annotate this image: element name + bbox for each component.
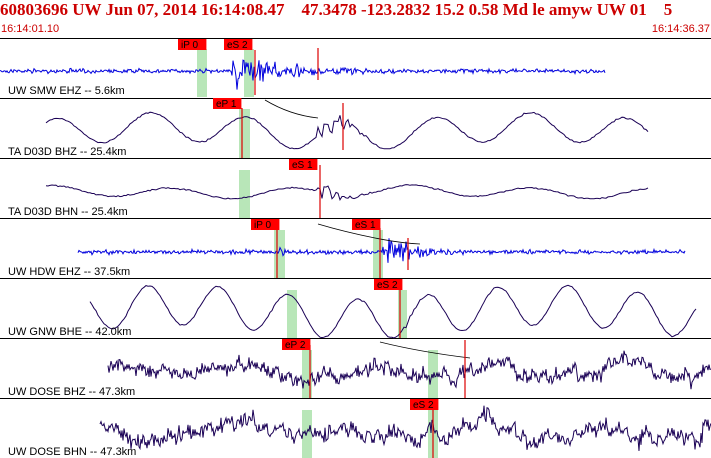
travel-time-curve [264,99,319,119]
pick-window [373,230,383,278]
trace-label: UW HDW EHZ -- 37.5km [8,266,130,278]
waveform-trace [45,184,649,202]
pick-label[interactable]: iP 0 [251,219,280,231]
pick-window [302,410,312,458]
pick-label[interactable]: eS 2 [224,39,253,51]
pick-label[interactable]: eS 2 [374,279,403,291]
pick-window [239,170,250,218]
pick-window [287,290,297,338]
seismogram-panel[interactable]: UW SMW EHZ -- 5.6km TA D03D BHZ -- 25.4km… [0,0,711,458]
trace-label: TA D03D BHZ -- 25.4km [8,146,126,158]
svg-text:eP 2: eP 2 [285,340,306,351]
trace-label: UW GNW BHE -- 42.0km [8,326,131,338]
svg-text:eS 1: eS 1 [355,220,376,231]
trace-label: TA D03D BHN -- 25.4km [8,206,128,218]
pick-label[interactable]: eS 1 [352,219,381,231]
trace-label: UW DOSE BHN -- 47.3km [8,446,136,458]
waveform-trace [99,405,711,451]
pick-window [274,230,285,278]
travel-time-curve [379,341,471,359]
trace-label: UW SMW EHZ -- 5.6km [8,85,125,97]
trace-labels: UW SMW EHZ -- 5.6km TA D03D BHZ -- 25.4km… [8,85,136,458]
svg-text:eS 1: eS 1 [292,160,313,171]
pick-label[interactable]: eP 2 [282,339,311,351]
pick-windows [197,49,438,458]
waveform-trace [45,111,649,150]
pick-label[interactable]: eP 1 [213,98,242,110]
svg-text:eS 2: eS 2 [377,280,398,291]
pick-label[interactable]: iP 0 [178,39,207,51]
pick-label[interactable]: eS 2 [410,399,439,411]
pick-window [398,290,407,338]
trace-label: UW DOSE BHZ -- 47.3km [8,386,135,398]
svg-text:iP 0: iP 0 [181,40,198,51]
svg-text:eP 1: eP 1 [216,99,237,110]
svg-text:iP 0: iP 0 [254,220,271,231]
waveform-trace [107,350,711,390]
pick-window [197,49,207,97]
svg-text:eS 2: eS 2 [413,400,434,411]
pick-label[interactable]: eS 1 [289,159,318,171]
svg-text:eS 2: eS 2 [227,40,248,51]
waveform-trace [89,284,697,339]
